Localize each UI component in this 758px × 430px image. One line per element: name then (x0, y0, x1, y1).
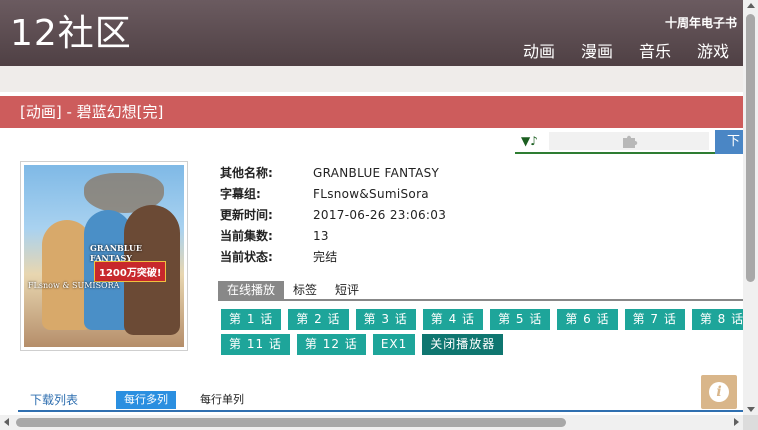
cover-art: GRANBLUE FANTASY 1200万突破! FLsnow & SUMIS… (24, 165, 184, 347)
info-value: 13 (313, 229, 329, 243)
info-value: 完结 (313, 250, 338, 264)
info-key: 其他名称: (220, 166, 273, 180)
episode-button[interactable]: 第 2 话 (288, 309, 349, 330)
nav-music[interactable]: 音乐 (639, 38, 671, 62)
episode-button[interactable]: 第 6 话 (557, 309, 618, 330)
nav-anime[interactable]: 动画 (523, 38, 555, 62)
info-value: GRANBLUE FANTASY (313, 166, 440, 180)
info-row: 当前状态: 完结 (220, 247, 446, 268)
info-table: 其他名称: GRANBLUE FANTASY 字幕组: FLsnow&SumiS… (220, 163, 446, 268)
scroll-left-icon[interactable] (4, 418, 9, 426)
info-key: 字幕组: (220, 187, 261, 201)
site-header: 12社区 十周年电子书 动画 漫画 音乐 游戏 (0, 0, 743, 66)
content-tabs: 在线播放 标签 短评 (218, 281, 743, 301)
info-row: 字幕组: FLsnow&SumiSora (220, 184, 446, 205)
page: 12社区 十周年电子书 动画 漫画 音乐 游戏 [动画] - 碧蓝幻想[完] ▼… (0, 0, 758, 430)
scrollbar-corner (743, 415, 758, 430)
cover-group-text: FLsnow & SUMISORA (28, 281, 120, 290)
nav-games[interactable]: 游戏 (697, 38, 729, 62)
main-nav: 动画 漫画 音乐 游戏 (523, 38, 729, 62)
download-list-label: 下载列表 (30, 393, 79, 407)
episode-button[interactable]: 第 12 话 (296, 334, 366, 355)
info-key: 当前状态: (220, 250, 273, 264)
horizontal-scrollbar[interactable] (0, 415, 743, 430)
divider (18, 410, 743, 412)
episode-row: 第 11 话 第 12 话 EX1 关闭播放器 (221, 334, 758, 355)
episode-button[interactable]: 第 4 话 (422, 309, 484, 330)
cover-badge: 1200万突破! (94, 261, 167, 282)
info-value: 2017-06-26 23:06:03 (313, 208, 447, 222)
episode-list: 第 1 话 第 2 话 第 3 话 第 4 话 第 5 话 第 6 话 第 7 … (221, 309, 758, 359)
episode-button[interactable]: 第 11 话 (221, 334, 290, 355)
scroll-right-icon[interactable] (734, 418, 739, 426)
scroll-thumb[interactable] (16, 418, 566, 427)
info-icon: i (709, 382, 729, 402)
close-player-button[interactable]: 关闭播放器 (422, 334, 504, 355)
info-button[interactable]: i (701, 375, 737, 409)
info-row: 其他名称: GRANBLUE FANTASY (220, 163, 446, 184)
tab-reviews[interactable]: 短评 (326, 281, 368, 299)
vertical-scrollbar[interactable] (743, 0, 758, 415)
scroll-down-icon[interactable] (747, 407, 755, 412)
cover-logo: GRANBLUE FANTASY (90, 243, 143, 263)
page-title: [动画] - 碧蓝幻想[完] (0, 96, 743, 128)
audio-player: ▼♪ (515, 130, 715, 154)
episode-button[interactable]: 第 3 话 (355, 309, 416, 330)
tab-multi-column[interactable]: 每行多列 (116, 391, 176, 409)
episode-button[interactable]: 第 7 话 (624, 309, 685, 330)
episode-row: 第 1 话 第 2 话 第 3 话 第 4 话 第 5 话 第 6 话 第 7 … (221, 309, 758, 330)
puzzle-icon (623, 135, 638, 148)
cover-image: GRANBLUE FANTASY 1200万突破! FLsnow & SUMIS… (20, 161, 188, 351)
info-key: 更新时间: (220, 208, 273, 222)
anniversary-ebook-link[interactable]: 十周年电子书 (665, 14, 737, 31)
info-key: 当前集数: (220, 229, 273, 243)
tab-online-play[interactable]: 在线播放 (218, 281, 285, 299)
music-toggle-icon[interactable]: ▼♪ (521, 134, 538, 148)
episode-button[interactable]: 第 1 话 (221, 309, 282, 330)
scroll-thumb[interactable] (746, 14, 755, 282)
nav-manga[interactable]: 漫画 (581, 38, 613, 62)
episode-button[interactable]: EX1 (372, 334, 416, 355)
player-progress[interactable] (549, 132, 709, 150)
scroll-up-icon[interactable] (747, 3, 755, 8)
sub-bar (0, 66, 743, 92)
download-button[interactable]: 下 (715, 130, 743, 154)
info-row: 更新时间: 2017-06-26 23:06:03 (220, 205, 446, 226)
tab-tags[interactable]: 标签 (284, 281, 326, 299)
episode-button[interactable]: 第 5 话 (490, 309, 551, 330)
info-value: FLsnow&SumiSora (313, 187, 429, 201)
info-row: 当前集数: 13 (220, 226, 446, 247)
site-logo[interactable]: 12社区 (10, 12, 132, 56)
tab-single-column[interactable]: 每行单列 (192, 391, 252, 409)
